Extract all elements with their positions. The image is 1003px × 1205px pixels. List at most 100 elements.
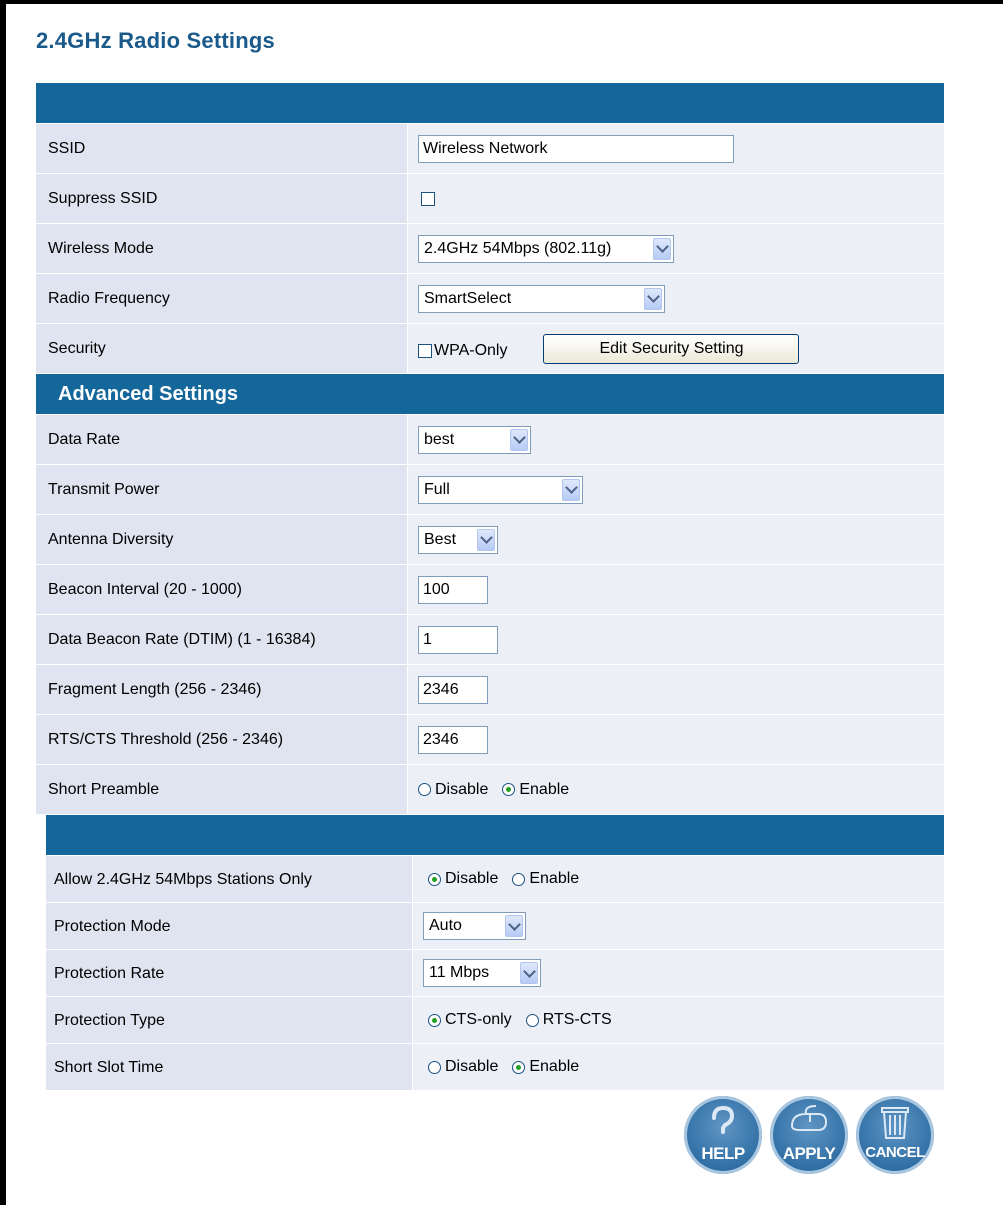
short-slot-time-label: Short Slot Time — [46, 1044, 413, 1090]
ssid-input[interactable]: Wireless Network — [418, 134, 734, 163]
window-border-left — [0, 0, 6, 1205]
short-slot-disable-option[interactable]: Disable — [428, 1058, 498, 1076]
cancel-button[interactable]: CANCEL — [856, 1096, 934, 1174]
header-bar — [46, 815, 944, 856]
short-preamble-enable-radio[interactable] — [502, 783, 516, 796]
wireless-mode-select[interactable]: 2.4GHz 54Mbps (802.11g) — [418, 234, 674, 263]
allow-54mbps-disable-option[interactable]: Disable — [428, 870, 498, 888]
chevron-down-icon[interactable] — [562, 478, 580, 501]
protection-type-label: Protection Type — [46, 997, 413, 1043]
wpa-only-option[interactable]: WPA-Only — [418, 342, 507, 360]
page-title: 2.4GHz Radio Settings — [36, 28, 275, 53]
ssid-label: SSID — [36, 124, 408, 173]
fragment-length-label: Fragment Length (256 - 2346) — [36, 665, 408, 714]
protection-panel: Allow 2.4GHz 54Mbps Stations Only Disabl… — [46, 815, 944, 1091]
help-label: HELP — [701, 1144, 745, 1163]
protection-rate-value: 11 Mbps — [429, 964, 490, 981]
antenna-diversity-select[interactable]: Best — [418, 525, 498, 554]
apply-label: APPLY — [782, 1144, 836, 1163]
apply-button[interactable]: APPLY — [770, 1096, 848, 1174]
short-slot-enable-radio[interactable] — [512, 1060, 526, 1074]
advanced-settings-heading: Advanced Settings — [36, 374, 944, 415]
dtim-label: Data Beacon Rate (DTIM) (1 - 16384) — [36, 615, 408, 664]
row-fragment-length: Fragment Length (256 - 2346) 2346 — [36, 665, 944, 715]
short-slot-disable-label: Disable — [445, 1058, 499, 1075]
data-rate-select[interactable]: best — [418, 425, 531, 454]
chevron-down-icon[interactable] — [520, 962, 538, 984]
edit-security-button[interactable]: Edit Security Setting — [543, 333, 800, 364]
short-preamble-enable-label: Enable — [519, 780, 570, 798]
transmit-power-select[interactable]: Full — [418, 475, 583, 504]
short-preamble-enable-option[interactable]: Enable — [502, 781, 569, 799]
row-wireless-mode: Wireless Mode 2.4GHz 54Mbps (802.11g) — [36, 224, 944, 274]
cancel-label: CANCEL — [865, 1144, 925, 1161]
protection-mode-value: Auto — [429, 917, 462, 934]
row-short-slot-time: Short Slot Time Disable Enable — [46, 1044, 944, 1091]
row-protection-type: Protection Type CTS-only RTS-CTS — [46, 997, 944, 1044]
rts-threshold-label: RTS/CTS Threshold (256 - 2346) — [36, 715, 408, 764]
row-rts-threshold: RTS/CTS Threshold (256 - 2346) 2346 — [36, 715, 944, 765]
beacon-interval-label: Beacon Interval (20 - 1000) — [36, 565, 408, 614]
data-rate-label: Data Rate — [36, 415, 408, 464]
help-button[interactable]: HELP — [684, 1096, 762, 1174]
chevron-down-icon[interactable] — [644, 287, 662, 310]
row-radio-frequency: Radio Frequency SmartSelect — [36, 274, 944, 324]
trash-can-icon — [881, 1107, 909, 1139]
antenna-diversity-label: Antenna Diversity — [36, 515, 408, 564]
allow-54mbps-enable-radio[interactable] — [512, 872, 526, 886]
mouse-icon — [790, 1105, 828, 1131]
row-protection-rate: Protection Rate 11 Mbps — [46, 950, 944, 997]
beacon-interval-input[interactable]: 100 — [418, 575, 488, 604]
protection-type-cts-radio[interactable] — [428, 1013, 441, 1027]
protection-type-rts-radio[interactable] — [525, 1013, 539, 1027]
settings-panel: SSID Wireless Network Suppress SSID Wire… — [36, 83, 944, 815]
wpa-only-checkbox[interactable] — [418, 343, 432, 358]
short-preamble-disable-option[interactable]: Disable — [418, 781, 488, 799]
protection-type-rts-option[interactable]: RTS-CTS — [525, 1011, 612, 1029]
chevron-down-icon[interactable] — [510, 428, 528, 451]
data-rate-value: best — [424, 430, 455, 448]
question-mark-icon — [712, 1105, 735, 1134]
row-suppress-ssid: Suppress SSID — [36, 174, 944, 224]
radio-frequency-value: SmartSelect — [424, 289, 512, 307]
header-bar — [36, 83, 944, 124]
row-allow-54mbps: Allow 2.4GHz 54Mbps Stations Only Disabl… — [46, 856, 944, 903]
radio-frequency-select[interactable]: SmartSelect — [418, 284, 665, 313]
row-transmit-power: Transmit Power Full — [36, 465, 944, 515]
wireless-mode-value: 2.4GHz 54Mbps (802.11g) — [424, 239, 612, 257]
protection-rate-select[interactable]: 11 Mbps — [423, 959, 541, 987]
window-border-top — [0, 0, 1003, 4]
security-label: Security — [36, 324, 408, 373]
protection-mode-label: Protection Mode — [46, 903, 413, 949]
fragment-length-input[interactable]: 2346 — [418, 675, 488, 704]
allow-54mbps-enable-option[interactable]: Enable — [512, 870, 579, 888]
protection-type-cts-label: CTS-only — [445, 1011, 512, 1028]
row-ssid: SSID Wireless Network — [36, 124, 944, 174]
short-slot-disable-radio[interactable] — [428, 1060, 441, 1074]
dtim-input[interactable]: 1 — [418, 625, 498, 654]
chevron-down-icon[interactable] — [505, 915, 523, 937]
row-antenna-diversity: Antenna Diversity Best — [36, 515, 944, 565]
rts-threshold-input[interactable]: 2346 — [418, 725, 488, 754]
transmit-power-value: Full — [424, 480, 450, 498]
row-beacon-interval: Beacon Interval (20 - 1000) 100 — [36, 565, 944, 615]
short-slot-enable-label: Enable — [529, 1058, 580, 1075]
protection-type-cts-option[interactable]: CTS-only — [428, 1011, 512, 1029]
row-data-rate: Data Rate best — [36, 415, 944, 465]
short-preamble-disable-radio[interactable] — [418, 783, 431, 796]
wireless-mode-label: Wireless Mode — [36, 224, 408, 273]
short-slot-enable-option[interactable]: Enable — [512, 1058, 579, 1076]
row-dtim: Data Beacon Rate (DTIM) (1 - 16384) 1 — [36, 615, 944, 665]
chevron-down-icon[interactable] — [653, 237, 671, 260]
short-preamble-label: Short Preamble — [36, 765, 408, 814]
short-preamble-disable-label: Disable — [435, 780, 489, 798]
protection-type-rts-label: RTS-CTS — [542, 1011, 612, 1028]
protection-mode-select[interactable]: Auto — [423, 912, 526, 940]
suppress-ssid-label: Suppress SSID — [36, 174, 408, 223]
suppress-ssid-checkbox[interactable] — [421, 191, 435, 206]
transmit-power-label: Transmit Power — [36, 465, 408, 514]
allow-54mbps-disable-radio[interactable] — [428, 872, 441, 886]
allow-54mbps-label: Allow 2.4GHz 54Mbps Stations Only — [46, 856, 413, 902]
chevron-down-icon[interactable] — [477, 528, 495, 551]
row-protection-mode: Protection Mode Auto — [46, 903, 944, 950]
